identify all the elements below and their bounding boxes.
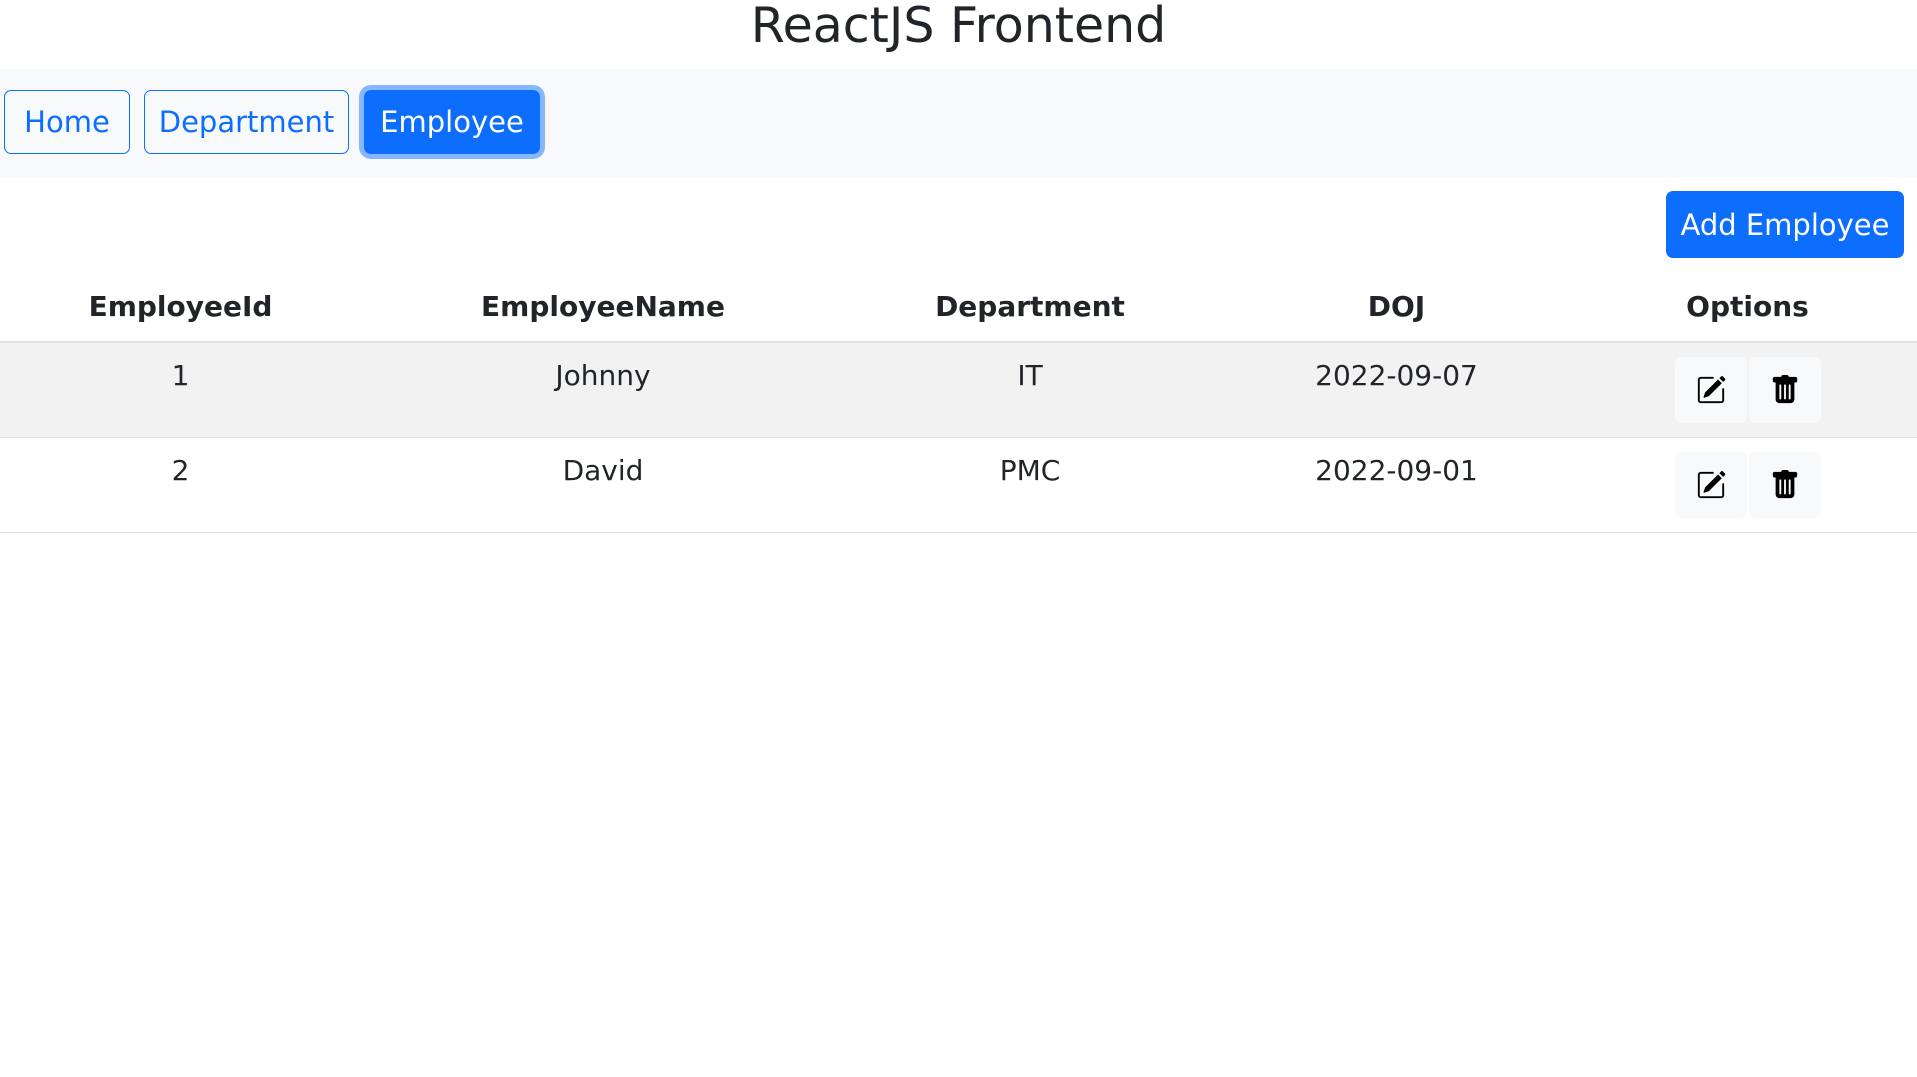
cell-doj: 2022-09-01	[1215, 437, 1578, 533]
edit-button[interactable]	[1674, 357, 1747, 423]
row-actions	[1674, 357, 1821, 423]
row-actions	[1674, 451, 1821, 518]
trash-icon	[1770, 375, 1800, 405]
header-department: Department	[845, 271, 1215, 343]
app-title: ReactJS Frontend	[750, 0, 1167, 54]
nav-employee-button[interactable]: Employee	[364, 90, 540, 154]
nav-home-button[interactable]: Home	[4, 90, 130, 154]
cell-employee-id: 2	[0, 437, 361, 533]
header-options: Options	[1578, 271, 1917, 343]
edit-icon	[1696, 375, 1726, 405]
table-row: 2 David PMC 2022-09-01	[0, 437, 1917, 533]
cell-department: PMC	[845, 437, 1215, 533]
cell-department: IT	[845, 342, 1215, 438]
delete-button[interactable]	[1748, 357, 1821, 423]
cell-employee-name: David	[361, 437, 845, 533]
cell-options	[1578, 342, 1917, 438]
table-row: 1 Johnny IT 2022-09-07	[0, 342, 1917, 438]
nav-department-button[interactable]: Department	[144, 90, 349, 154]
header-employee-id: EmployeeId	[0, 271, 361, 343]
edit-icon	[1696, 470, 1726, 500]
header-employee-name: EmployeeName	[361, 271, 845, 343]
header-doj: DOJ	[1215, 271, 1578, 343]
add-employee-button[interactable]: Add Employee	[1666, 191, 1904, 258]
cell-doj: 2022-09-07	[1215, 342, 1578, 438]
cell-employee-id: 1	[0, 342, 361, 438]
cell-employee-name: Johnny	[361, 342, 845, 438]
trash-icon	[1770, 469, 1800, 500]
edit-button[interactable]	[1674, 451, 1747, 518]
navbar: Home Department Employee	[0, 69, 1917, 177]
cell-options	[1578, 437, 1917, 533]
page: ReactJS Frontend Home Department Employe…	[0, 0, 1917, 1077]
delete-button[interactable]	[1748, 451, 1821, 518]
employee-table: EmployeeId EmployeeName Department DOJ O…	[0, 271, 1917, 533]
table-header-row: EmployeeId EmployeeName Department DOJ O…	[0, 271, 1917, 343]
